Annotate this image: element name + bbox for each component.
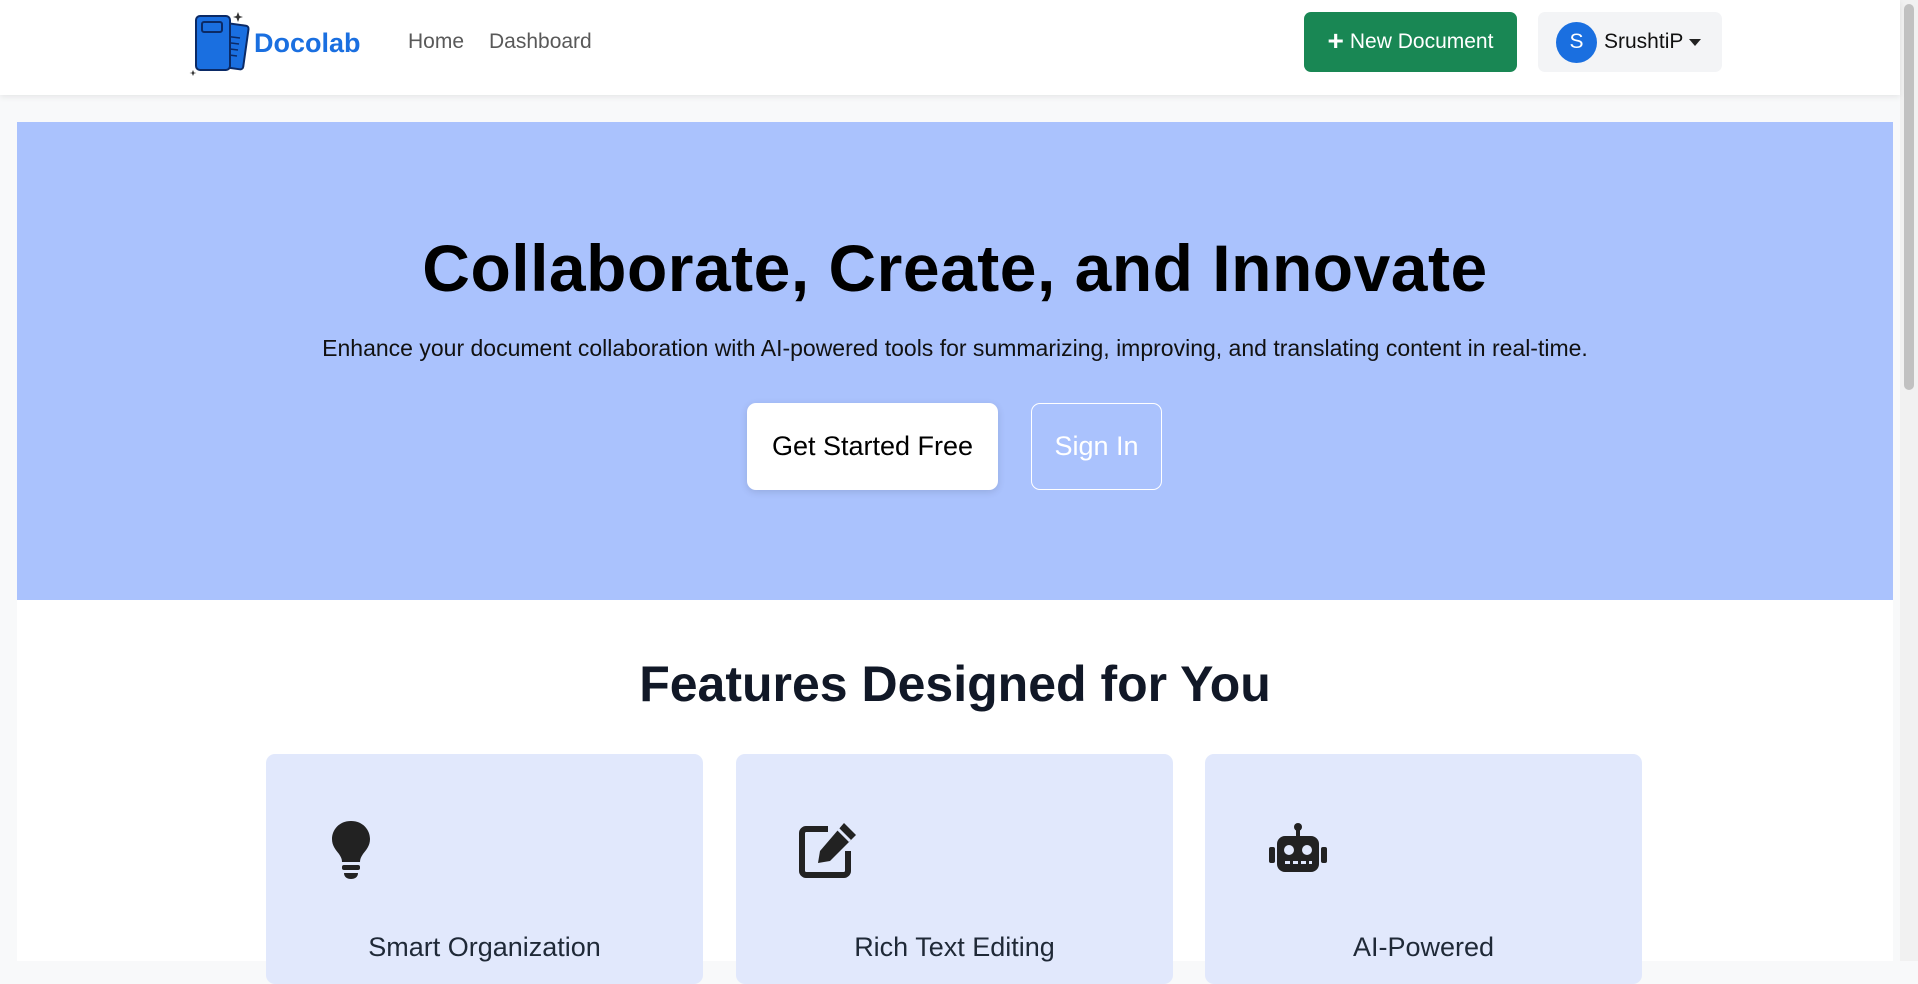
feature-card-title: Rich Text Editing [854, 932, 1055, 962]
user-menu-dropdown[interactable]: S SrushtiP [1538, 12, 1722, 72]
new-document-label: New Document [1349, 30, 1494, 53]
nav-link-home[interactable]: Home [408, 30, 464, 54]
avatar: S [1556, 21, 1597, 63]
feature-card-smart-organization: Smart Organization [266, 754, 703, 984]
hero-title: Collaborate, Create, and Innovate [422, 231, 1488, 305]
hero-section: Collaborate, Create, and Innovate Enhanc… [17, 122, 1893, 600]
caret-down-icon [1689, 38, 1702, 46]
feature-card-ai-powered: AI-Powered [1205, 754, 1642, 984]
scrollbar-thumb[interactable] [1904, 4, 1914, 390]
brand-link[interactable]: Docolab [188, 8, 361, 78]
page-scrollbar[interactable] [1900, 0, 1918, 961]
features-title: Features Designed for You [639, 656, 1271, 712]
document-logo-icon [189, 12, 250, 76]
plus-icon: + [1327, 24, 1344, 56]
feature-card-title: Smart Organization [368, 932, 601, 962]
robot-icon [1269, 823, 1327, 872]
navbar: Docolab Home Dashboard + New Document S … [0, 0, 1900, 95]
brand-name: Docolab [254, 27, 361, 58]
hero-subtitle: Enhance your document collaboration with… [322, 335, 1588, 361]
username: SrushtiP [1604, 30, 1684, 53]
new-document-button[interactable]: + New Document [1304, 12, 1517, 72]
feature-card-rich-text-editing: Rich Text Editing [736, 754, 1173, 984]
nav-link-dashboard[interactable]: Dashboard [489, 30, 592, 54]
sign-in-button[interactable]: Sign In [1031, 403, 1162, 490]
features-section: Features Designed for You Smart Organiza… [17, 600, 1893, 984]
lightbulb-icon [332, 821, 370, 879]
edit-icon [799, 823, 856, 878]
get-started-button[interactable]: Get Started Free [747, 403, 998, 490]
feature-card-title: AI-Powered [1352, 932, 1495, 962]
